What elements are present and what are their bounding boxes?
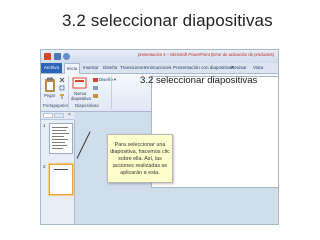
format-painter-icon[interactable]	[59, 93, 65, 99]
slide-thumbnail-2[interactable]	[49, 164, 73, 195]
paste-label: Pegar	[44, 93, 56, 98]
outline-tab[interactable]	[54, 113, 64, 118]
reset-icon	[93, 85, 98, 90]
tab-vista[interactable]: Vista	[253, 65, 263, 70]
clipboard-group-label: Portapapeles	[43, 103, 69, 108]
copy-icon[interactable]	[59, 85, 65, 91]
reset-button[interactable]	[93, 85, 98, 90]
title-bar: presentación 4 – Microsoft PowerPoint (E…	[41, 50, 278, 63]
close-pane-icon[interactable]: ×	[68, 112, 71, 118]
undo-icon[interactable]	[63, 53, 70, 60]
layout-icon	[93, 77, 98, 82]
slides-group-label: Diapositivas	[75, 103, 99, 108]
thumbnail-text-line	[52, 148, 63, 149]
tab-transiciones[interactable]: Transiciones	[120, 65, 146, 70]
ribbon-tabs: Archivo Inicio Insertar Diseño Transicio…	[41, 63, 278, 74]
tab-inicio[interactable]: Inicio	[64, 63, 80, 74]
slide-heading: 3.2 seleccionar diapositivas	[62, 11, 273, 30]
new-slide-label: Nueva diapositiva	[71, 91, 91, 101]
thumbnail-text-line	[52, 133, 69, 134]
tab-revisar[interactable]: Revisar	[231, 65, 247, 70]
layout-dropdown[interactable]: Diseño ▾	[93, 77, 116, 83]
paste-button[interactable]: Pegar	[44, 77, 57, 99]
thumbnail-number: 1	[43, 123, 46, 128]
slides-tab[interactable]	[43, 113, 53, 118]
new-slide-button[interactable]: Nueva diapositiva	[71, 77, 91, 102]
save-icon[interactable]	[54, 53, 61, 60]
powerpoint-logo-icon	[44, 53, 51, 60]
group-divider	[68, 76, 69, 109]
tab-archivo[interactable]: Archivo	[41, 63, 62, 73]
section-icon	[93, 93, 98, 98]
thumbnail-number: 2	[43, 164, 46, 169]
new-slide-icon	[72, 77, 87, 89]
section-button[interactable]	[93, 93, 98, 98]
thumbnail-text-line	[52, 130, 66, 131]
window-title: presentación 4 – Microsoft PowerPoint (E…	[138, 52, 274, 57]
thumbnail-text-line	[52, 139, 68, 140]
slide-thumbnails-pane: 1 2	[41, 120, 75, 224]
thumbnail-text-line	[52, 136, 64, 137]
slide-canvas-title: 3.2 seleccionar diapositivas	[140, 75, 258, 86]
pane-tabs: ×	[41, 112, 74, 120]
thumbnail-text-line	[52, 142, 65, 143]
tab-diseno[interactable]: Diseño	[103, 65, 117, 70]
group-divider	[111, 76, 112, 109]
thumbnail-text-line	[52, 127, 68, 128]
cut-icon[interactable]	[59, 77, 65, 83]
tab-animaciones[interactable]: Animaciones	[145, 65, 171, 70]
tab-presentacion[interactable]: Presentación con diapositivas	[173, 65, 234, 70]
thumbnail-title-line	[54, 169, 68, 170]
tab-insertar[interactable]: Insertar	[83, 65, 99, 70]
thumbnail-text-line	[52, 145, 67, 146]
slide-thumbnail-1[interactable]	[49, 123, 73, 154]
callout-note: Para seleccionar una diapositiva, hacemo…	[107, 134, 173, 183]
